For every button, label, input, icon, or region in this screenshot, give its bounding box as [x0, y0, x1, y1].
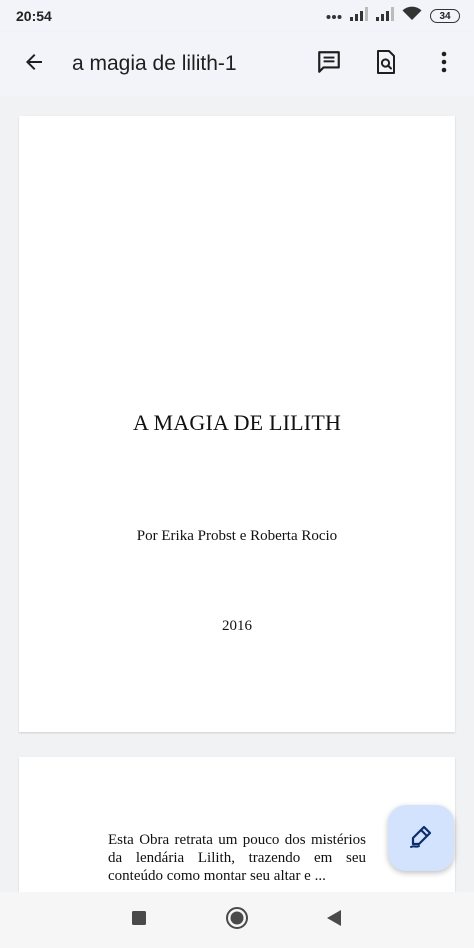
- document-heading: A MAGIA DE LILITH: [132, 410, 342, 435]
- home-button[interactable]: [223, 906, 251, 934]
- nav-back-button[interactable]: [320, 906, 348, 934]
- document-authors: Por Erika Probst e Roberta Rocio: [136, 528, 338, 544]
- back-button[interactable]: [10, 40, 58, 88]
- more-vert-icon: [441, 51, 447, 78]
- comments-icon: [316, 49, 342, 80]
- wifi-icon: [402, 6, 422, 26]
- back-triangle-icon: [326, 909, 342, 932]
- signal-strength-icon: [350, 6, 368, 26]
- more-dots-icon: [326, 7, 342, 25]
- battery-icon: 34: [430, 9, 460, 23]
- find-in-document-button[interactable]: [362, 40, 410, 88]
- system-nav-bar: [0, 892, 474, 948]
- document-title: a magia de lilith-1: [72, 52, 237, 75]
- more-options-button[interactable]: [420, 40, 468, 88]
- arrow-back-icon: [22, 50, 46, 79]
- recents-button[interactable]: [125, 906, 153, 934]
- document-year: 2016: [222, 618, 252, 634]
- status-icons: 34: [326, 6, 460, 26]
- document-canvas[interactable]: A MAGIA DE LILITH Por Erika Probst e Rob…: [0, 96, 474, 892]
- signal-strength-icon-2: [376, 6, 394, 26]
- status-bar: 20:54 34: [0, 0, 474, 32]
- find-in-document-icon: [374, 49, 398, 80]
- document-paragraph: Esta Obra retrata um pouco dos mistérios…: [108, 832, 366, 884]
- edit-document-fab[interactable]: [388, 805, 454, 871]
- status-time: 20:54: [16, 8, 52, 24]
- edit-pen-icon: [408, 823, 434, 854]
- comments-button[interactable]: [305, 40, 353, 88]
- home-circle-icon: [225, 906, 249, 935]
- document-page-1[interactable]: A MAGIA DE LILITH Por Erika Probst e Rob…: [19, 116, 455, 732]
- recents-square-icon: [131, 910, 147, 931]
- app-bar: a magia de lilith-1: [0, 32, 474, 96]
